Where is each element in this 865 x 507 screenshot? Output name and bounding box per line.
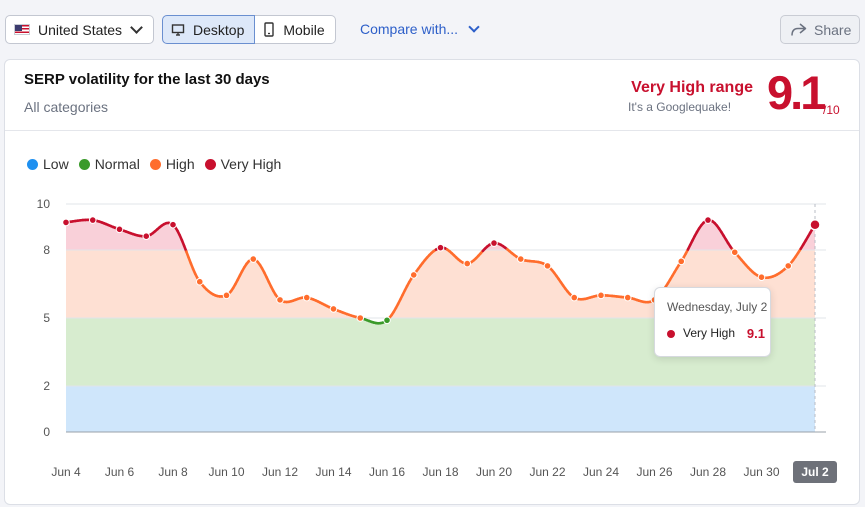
- x-tick-label: Jun 28: [690, 465, 726, 479]
- data-point: [704, 216, 712, 224]
- tooltip-value: 9.1: [746, 326, 765, 341]
- y-tick-label: 0: [43, 425, 50, 439]
- data-point: [383, 316, 391, 325]
- tooltip-level: Very High: [683, 326, 736, 340]
- tooltip-date: Wednesday, July 2: [667, 300, 768, 314]
- data-point: [436, 243, 445, 252]
- data-point: [597, 291, 605, 300]
- data-point: [115, 225, 124, 234]
- chart-tooltip: Wednesday, July 2 Very High 9.1: [654, 287, 771, 357]
- y-tick-label: 10: [37, 197, 51, 211]
- x-tick-label: Jun 16: [369, 465, 405, 479]
- x-tick-label: Jun 8: [158, 465, 188, 479]
- x-tick-label: Jun 12: [262, 465, 298, 479]
- data-point: [195, 277, 204, 286]
- x-tick-label: Jun 18: [422, 465, 458, 479]
- data-point: [543, 262, 552, 270]
- data-point: [276, 296, 284, 304]
- data-point: [409, 271, 418, 279]
- x-tick-label: Jun 26: [636, 465, 672, 479]
- data-point: [302, 293, 311, 302]
- x-tick-label-selected: Jul 2: [801, 465, 829, 479]
- data-point: [62, 218, 70, 227]
- band-very-high: [66, 219, 815, 250]
- data-point: [809, 218, 821, 231]
- data-point: [570, 293, 579, 302]
- data-point: [757, 273, 766, 282]
- x-tick-label: Jun 30: [743, 465, 779, 479]
- tooltip-dot: [667, 330, 675, 338]
- data-point: [623, 293, 632, 302]
- x-tick-label: Jun 10: [208, 465, 244, 479]
- data-point: [516, 255, 525, 263]
- y-tick-label: 8: [43, 243, 50, 257]
- band-low: [66, 386, 815, 432]
- data-point: [222, 291, 231, 300]
- data-point: [142, 232, 151, 240]
- x-tick-label: Jun 14: [315, 465, 351, 479]
- x-tick-label: Jun 22: [529, 465, 565, 479]
- x-tick-label: Jun 6: [105, 465, 135, 479]
- data-point: [169, 220, 177, 229]
- x-tick-label: Jun 4: [51, 465, 81, 479]
- data-point: [249, 255, 258, 263]
- x-tick-label: Jun 20: [476, 465, 512, 479]
- y-tick-label: 5: [43, 311, 50, 325]
- data-point: [730, 248, 739, 257]
- data-point: [329, 305, 338, 313]
- volatility-chart[interactable]: 0 2 5 8 10 Jun 4 Jun 6 Jun 8 Jun 10 Jun 12 Jun 14 J…: [0, 0, 865, 507]
- data-point: [463, 259, 472, 268]
- data-point: [677, 257, 686, 266]
- x-tick-label: Jun 24: [583, 465, 619, 479]
- data-point: [356, 314, 365, 322]
- data-point: [784, 262, 793, 270]
- data-point: [88, 216, 97, 224]
- data-point: [490, 239, 498, 247]
- y-tick-label: 2: [43, 379, 50, 393]
